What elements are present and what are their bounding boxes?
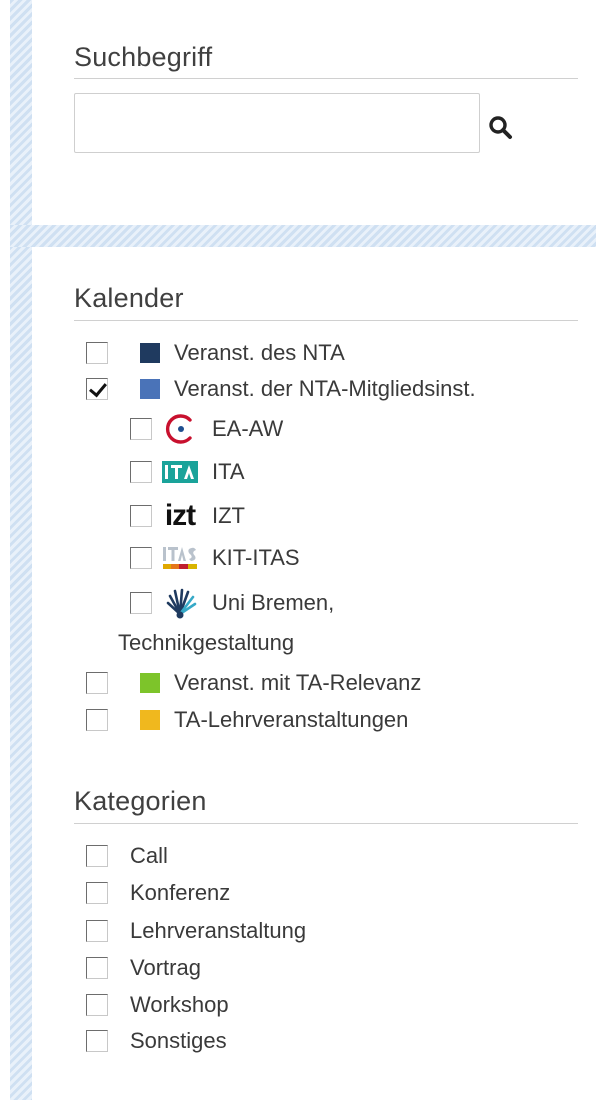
calendar-checkbox-kit-itas[interactable] — [130, 547, 152, 569]
category-option-workshop[interactable]: Workshop — [86, 988, 229, 1022]
izt-logo-icon: izt — [164, 499, 196, 532]
category-option-call[interactable]: Call — [86, 839, 168, 873]
calendar-checkbox-ea-aw[interactable] — [130, 418, 152, 440]
calendar-label-uni-bremen-cont: Technikgestaltung — [118, 630, 295, 655]
category-option-sonstiges[interactable]: Sonstiges — [86, 1024, 227, 1058]
calendar-checkbox-nta[interactable] — [86, 342, 108, 364]
calendar-checkbox-uni-bremen[interactable] — [130, 592, 152, 614]
category-label-call: Call — [130, 843, 168, 868]
kategorien-title: Kategorien — [74, 786, 207, 816]
calendar-option-nta[interactable]: Veranst. des NTA — [86, 336, 345, 370]
calendar-option-mitgliedsinst[interactable]: Veranst. der NTA-Mitgliedsinst. — [86, 372, 476, 406]
search-icon — [489, 116, 512, 139]
calendar-label-uni-bremen: Uni Bremen, — [212, 590, 335, 615]
category-option-vortrag[interactable]: Vortrag — [86, 951, 201, 985]
sidebar-stripe — [10, 0, 32, 1100]
calendar-label-izt: IZT — [212, 503, 245, 528]
search-label-rule — [74, 78, 578, 79]
category-option-lehrveranstaltung[interactable]: Lehrveranstaltung — [86, 914, 306, 948]
category-label-vortrag: Vortrag — [130, 955, 201, 980]
color-swatch-ta-lehr — [140, 710, 160, 730]
calendar-label-ta-relevanz: Veranst. mit TA-Relevanz — [174, 670, 422, 695]
calendar-label-ta-lehr: TA-Lehrveranstaltungen — [174, 707, 409, 732]
calendar-option-kit-itas[interactable]: KIT-ITAS — [130, 541, 300, 575]
category-option-konferenz[interactable]: Konferenz — [86, 876, 230, 910]
kalender-title-rule — [74, 320, 578, 321]
search-input[interactable] — [74, 93, 480, 153]
calendar-label-mitgliedsinst: Veranst. der NTA-Mitgliedsinst. — [174, 376, 476, 401]
calendar-checkbox-ta-relevanz[interactable] — [86, 672, 108, 694]
kategorien-title-rule — [74, 823, 578, 824]
calendar-label-ea-aw: EA-AW — [212, 416, 284, 441]
category-checkbox-workshop[interactable] — [86, 994, 108, 1016]
category-checkbox-konferenz[interactable] — [86, 882, 108, 904]
calendar-option-ea-aw[interactable]: EA-AW — [130, 412, 283, 446]
calendar-checkbox-mitgliedsinst[interactable] — [86, 378, 108, 400]
search-button[interactable] — [484, 112, 516, 144]
ea-aw-logo-icon — [160, 412, 200, 446]
ita-logo-icon — [160, 455, 200, 489]
calendar-checkbox-izt[interactable] — [130, 505, 152, 527]
calendar-label-nta: Veranst. des NTA — [174, 340, 345, 365]
color-swatch-ta-relevanz — [140, 673, 160, 693]
category-label-sonstiges: Sonstiges — [130, 1028, 227, 1053]
calendar-option-ita[interactable]: ITA — [130, 455, 245, 489]
category-checkbox-call[interactable] — [86, 845, 108, 867]
category-checkbox-sonstiges[interactable] — [86, 1030, 108, 1052]
category-label-konferenz: Konferenz — [130, 880, 231, 905]
uni-bremen-logo-icon — [160, 586, 200, 620]
category-checkbox-vortrag[interactable] — [86, 957, 108, 979]
calendar-checkbox-ta-lehr[interactable] — [86, 709, 108, 731]
category-label-lehrveranstaltung: Lehrveranstaltung — [130, 918, 307, 943]
category-label-workshop: Workshop — [130, 992, 229, 1017]
calendar-option-ta-lehr[interactable]: TA-Lehrveranstaltungen — [86, 703, 408, 737]
search-label: Suchbegriff — [74, 42, 213, 72]
section-divider-stripe — [10, 225, 596, 247]
calendar-checkbox-ita[interactable] — [130, 461, 152, 483]
calendar-option-uni-bremen[interactable]: Uni Bremen, — [130, 586, 334, 620]
itas-logo-icon — [160, 541, 200, 575]
calendar-label-kit-itas: KIT-ITAS — [212, 545, 300, 570]
calendar-option-ta-relevanz[interactable]: Veranst. mit TA-Relevanz — [86, 666, 421, 700]
category-checkbox-lehrveranstaltung[interactable] — [86, 920, 108, 942]
color-swatch-nta — [140, 343, 160, 363]
calendar-label-ita: ITA — [212, 459, 245, 484]
kalender-title: Kalender — [74, 283, 184, 313]
color-swatch-mitgliedsinst — [140, 379, 160, 399]
calendar-option-izt[interactable]: izt IZT — [130, 499, 245, 533]
